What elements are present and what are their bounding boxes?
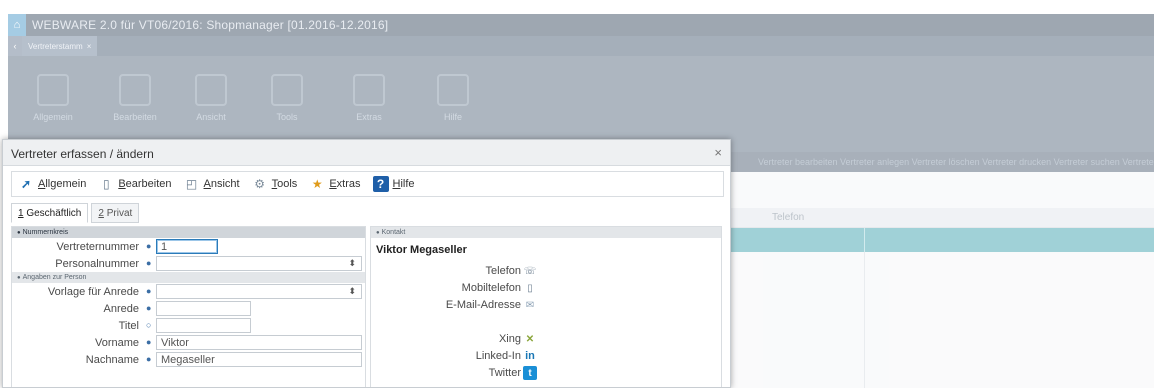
required-marker: ●: [146, 258, 152, 268]
form-panel: ●Nummernkreis Vertreternummer ● Personal…: [11, 226, 366, 387]
extras-icon: ★: [311, 177, 323, 191]
dialog-menubar: ➚ Allgemein ▯ Bearbeiten ◰ Ansicht ⚙ Too…: [11, 171, 724, 197]
menu-tools[interactable]: ⚙ Tools: [252, 176, 297, 192]
vorname-input[interactable]: [156, 335, 362, 350]
view-icon: [195, 74, 227, 106]
app-tabbar: ‹ Vertreterstamm ×: [8, 36, 1154, 56]
tab-privat[interactable]: 2 Privat: [91, 203, 140, 223]
field-row-titel: Titel ○: [12, 317, 365, 334]
app-title: WEBWARE 2.0 für VT06/2016: Shopmanager […: [32, 18, 389, 32]
section-nummernkreis: ● Nummernkreis: [12, 227, 365, 238]
ribbon-hilfe-button[interactable]: Hilfe: [422, 74, 484, 122]
vorlage-anrede-label: Vorlage für Anrede: [47, 286, 139, 298]
mail-icon: ✉: [525, 299, 535, 311]
contact-row-email[interactable]: E-Mail-Adresse ✉: [371, 297, 534, 313]
vertreternummer-input[interactable]: [156, 239, 218, 254]
close-icon[interactable]: ×: [714, 145, 722, 160]
gears-icon: [271, 74, 303, 106]
menu-hilfe[interactable]: ? Hilfe: [372, 176, 415, 192]
grid-column-divider: [864, 252, 865, 388]
field-row-nachname: Nachname ●: [12, 351, 365, 368]
phone-icon: ☏: [523, 265, 537, 277]
grid-column-divider: [864, 228, 865, 252]
home-icon[interactable]: ⌂: [8, 14, 26, 36]
contact-row-mobiltelefon[interactable]: Mobiltelefon ▯: [371, 280, 533, 296]
required-marker: ●: [146, 241, 152, 251]
xing-icon: ✕: [525, 333, 535, 345]
vertreternummer-label: Vertreternummer: [56, 241, 139, 253]
contact-row-linkedin[interactable]: Linked-In in: [371, 348, 535, 364]
gears-icon: ⚙: [254, 177, 265, 191]
ribbon-tools-button[interactable]: Tools: [256, 74, 318, 122]
nachname-label: Nachname: [85, 354, 139, 366]
tab-geschaeftlich[interactable]: 1 Geschäftlich: [11, 203, 89, 223]
view-icon: ◰: [185, 177, 198, 191]
required-marker: ●: [146, 303, 152, 313]
tab-vertreterstamm[interactable]: Vertreterstamm ×: [22, 36, 98, 56]
ribbon-ansicht-button[interactable]: Ansicht: [180, 74, 242, 122]
updown-arrow-icon: ⬍: [348, 258, 356, 268]
arrow-icon: ➚: [20, 177, 32, 191]
dialog-title: Vertreter erfassen / ändern: [11, 147, 154, 161]
grid-header-telefon[interactable]: Telefon: [772, 212, 804, 223]
menu-extras[interactable]: ★ Extras: [309, 176, 361, 192]
required-marker: ●: [146, 337, 152, 347]
nachname-input[interactable]: [156, 352, 362, 367]
contact-panel: ● Kontakt Viktor Megaseller Telefon ☏ Mob…: [370, 226, 722, 387]
twitter-icon: t: [523, 366, 537, 380]
field-row-anrede: Anrede ●: [12, 300, 365, 317]
ribbon: Allgemein Bearbeiten Ansicht Tools Extra…: [8, 56, 1154, 152]
dialog-titlebar[interactable]: Vertreter erfassen / ändern ×: [3, 140, 730, 166]
menu-allgemein[interactable]: ➚ Allgemein: [18, 176, 86, 192]
close-icon[interactable]: ×: [87, 42, 92, 51]
arrow-icon: [37, 74, 69, 106]
help-icon: ?: [372, 176, 389, 192]
field-row-vorlage-anrede: Vorlage für Anrede ● ⬍: [12, 283, 365, 300]
ribbon-extras-button[interactable]: Extras: [338, 74, 400, 122]
menu-bearbeiten[interactable]: ▯ Bearbeiten: [98, 176, 172, 192]
vorname-label: Vorname: [94, 337, 139, 349]
ribbon-bearbeiten-button[interactable]: Bearbeiten: [104, 74, 166, 122]
extras-icon: [353, 74, 385, 106]
vorlage-anrede-select[interactable]: ⬍: [156, 284, 362, 299]
updown-arrow-icon: ⬍: [348, 286, 356, 296]
personalnummer-select[interactable]: ⬍: [156, 256, 362, 271]
linkedin-icon: in: [525, 350, 535, 362]
mobile-icon: ▯: [527, 282, 533, 294]
anrede-label: Anrede: [103, 303, 139, 315]
field-row-vorname: Vorname ●: [12, 334, 365, 351]
required-marker: ●: [146, 354, 152, 364]
help-icon: [437, 74, 469, 106]
chevron-left-icon[interactable]: ‹: [8, 36, 22, 56]
document-icon: ▯: [103, 177, 110, 191]
document-icon: [119, 74, 151, 106]
contact-row-telefon[interactable]: Telefon ☏: [371, 263, 537, 279]
titel-label: Titel: [118, 320, 139, 332]
required-marker: ●: [146, 286, 152, 296]
menu-ansicht[interactable]: ◰ Ansicht: [184, 176, 240, 192]
contact-row-xing[interactable]: Xing ✕: [371, 331, 534, 347]
app-titlebar: ⌂ WEBWARE 2.0 für VT06/2016: Shopmanager…: [8, 14, 1154, 36]
field-row-vertreternummer: Vertreternummer ●: [12, 238, 365, 255]
optional-marker: ○: [146, 320, 152, 330]
ribbon-allgemein-button[interactable]: Allgemein: [22, 74, 84, 122]
personalnummer-label: Personalnummer: [55, 258, 139, 270]
vertreter-dialog: Vertreter erfassen / ändern × ➚ Allgemei…: [2, 139, 731, 388]
dialog-tabs: 1 Geschäftlich 2 Privat: [11, 203, 142, 223]
contact-name: Viktor Megaseller: [376, 244, 467, 256]
section-kontakt: ● Kontakt: [371, 227, 721, 238]
section-angaben-zur-person: ● Angaben zur Person: [12, 272, 365, 283]
titel-input[interactable]: [156, 318, 251, 333]
contact-row-twitter[interactable]: Twitter t: [371, 365, 537, 381]
field-row-personalnummer: Personalnummer ● ⬍: [12, 255, 365, 272]
anrede-input[interactable]: [156, 301, 251, 316]
